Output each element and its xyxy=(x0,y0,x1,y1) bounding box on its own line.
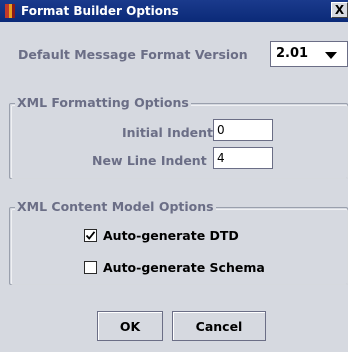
ok-button[interactable]: OK xyxy=(97,311,163,341)
auto-generate-schema-label[interactable]: Auto-generate Schema xyxy=(103,260,265,275)
version-select[interactable]: 2.01 xyxy=(270,41,348,67)
auto-generate-schema-checkbox[interactable] xyxy=(84,261,97,274)
auto-generate-dtd-checkbox[interactable] xyxy=(84,229,97,242)
initial-indent-label: Initial Indent xyxy=(122,125,214,140)
version-label: Default Message Format Version xyxy=(18,47,248,62)
chevron-down-icon xyxy=(325,52,337,59)
checkmark-icon xyxy=(85,231,96,240)
window-title: Format Builder Options xyxy=(21,4,179,18)
new-line-indent-input[interactable]: 4 xyxy=(213,147,273,169)
cancel-button[interactable]: Cancel xyxy=(172,311,266,341)
app-icon xyxy=(5,4,15,18)
initial-indent-input[interactable]: 0 xyxy=(213,119,273,141)
xml-content-model-title: XML Content Model Options xyxy=(15,199,216,214)
xml-formatting-title: XML Formatting Options xyxy=(15,95,191,110)
title-bar[interactable]: Format Builder Options X xyxy=(0,0,348,22)
format-builder-options-dialog: Format Builder Options X Default Message… xyxy=(0,0,348,352)
new-line-indent-label: New Line Indent xyxy=(92,153,207,168)
auto-generate-dtd-label[interactable]: Auto-generate DTD xyxy=(103,228,239,243)
close-icon: X xyxy=(334,3,345,17)
close-button[interactable]: X xyxy=(331,2,348,18)
version-selected-value: 2.01 xyxy=(276,46,309,61)
